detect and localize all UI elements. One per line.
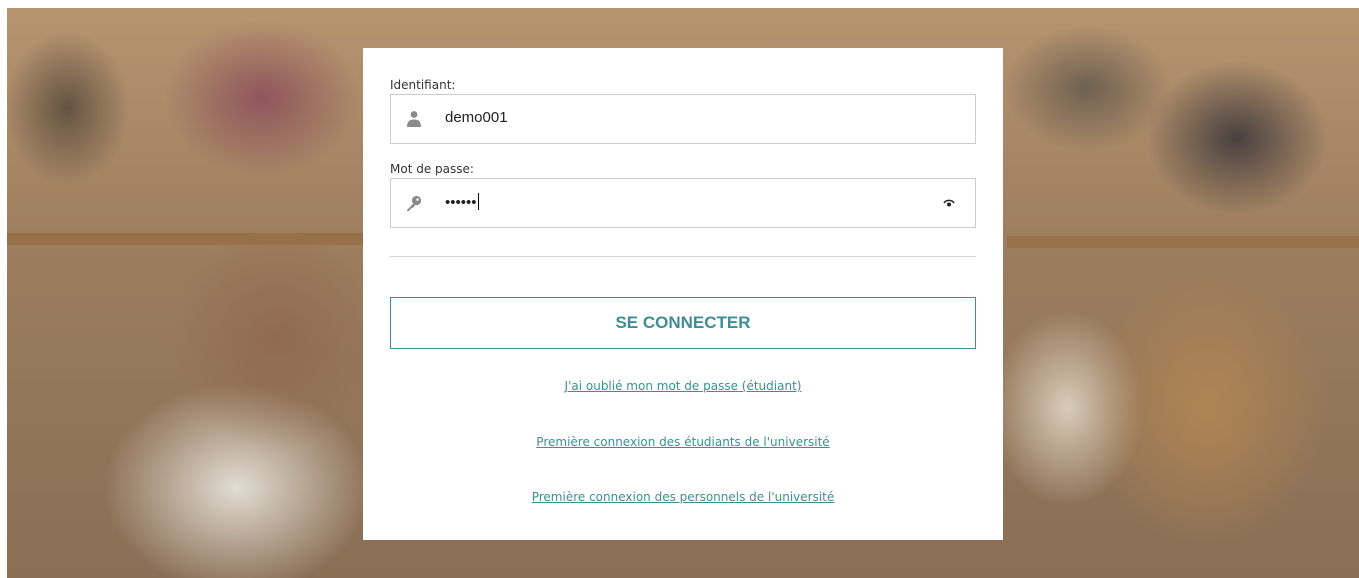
username-field[interactable]: demo001 (390, 94, 976, 144)
eye-icon[interactable] (943, 198, 955, 208)
username-value: demo001 (445, 109, 508, 126)
key-icon (407, 195, 422, 211)
login-button[interactable]: SE CONNECTER (390, 297, 976, 349)
first-login-staff-link[interactable]: Première connexion des personnels de l'u… (363, 490, 1003, 504)
desk-edge (1007, 236, 1359, 248)
divider (390, 256, 976, 257)
login-card: Identifiant: demo001 Mot de passe: •••••… (363, 48, 1003, 540)
password-field[interactable]: •••••• (390, 178, 976, 228)
first-login-students-link[interactable]: Première connexion des étudiants de l'un… (363, 435, 1003, 449)
text-caret (477, 193, 479, 210)
username-label: Identifiant: (390, 78, 456, 92)
forgot-password-link[interactable]: J'ai oublié mon mot de passe (étudiant) (363, 379, 1003, 393)
password-label: Mot de passe: (390, 162, 474, 176)
user-icon (407, 111, 421, 127)
desk-edge (7, 233, 367, 245)
password-value: •••••• (445, 193, 479, 211)
